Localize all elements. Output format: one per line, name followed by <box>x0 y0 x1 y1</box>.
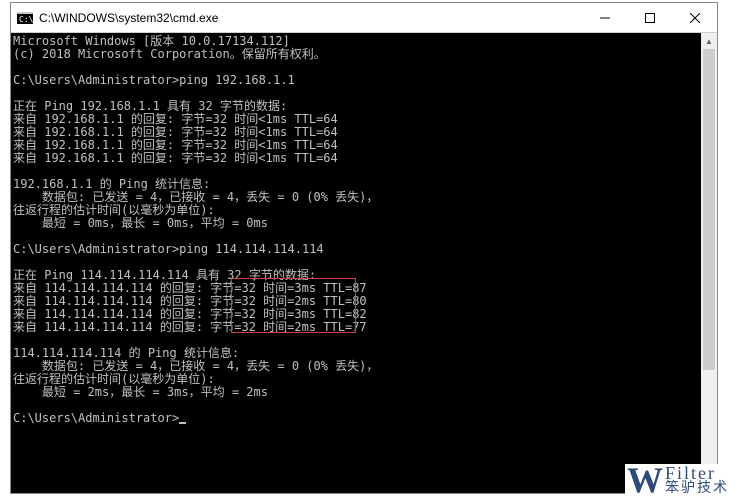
titlebar[interactable]: C:\ C:\WINDOWS\system32\cmd.exe <box>11 3 717 33</box>
terminal-output: Microsoft Windows [版本 10.0.17134.112] (c… <box>13 35 701 425</box>
minimize-button[interactable] <box>582 3 627 32</box>
terminal-cursor <box>179 422 186 424</box>
window-controls <box>582 3 717 32</box>
close-button[interactable] <box>672 3 717 32</box>
watermark-text-zh: 笨驴技术 <box>665 482 729 496</box>
cmd-icon: C:\ <box>17 10 33 26</box>
scroll-thumb[interactable] <box>703 49 715 370</box>
cmd-window: C:\ C:\WINDOWS\system32\cmd.exe Microsof… <box>10 2 718 494</box>
window-title: C:\WINDOWS\system32\cmd.exe <box>39 11 582 25</box>
watermark-glyph: W <box>627 464 663 496</box>
watermark-text-en: Filter <box>665 464 729 482</box>
vertical-scrollbar[interactable]: ▲ ▼ <box>701 33 717 493</box>
watermark-logo: W Filter 笨驴技术 <box>625 464 731 496</box>
scroll-up-arrow-icon[interactable]: ▲ <box>701 33 717 49</box>
svg-text:C:\: C:\ <box>19 15 33 24</box>
scroll-track[interactable] <box>701 49 717 477</box>
terminal-area[interactable]: Microsoft Windows [版本 10.0.17134.112] (c… <box>11 33 717 493</box>
maximize-button[interactable] <box>627 3 672 32</box>
